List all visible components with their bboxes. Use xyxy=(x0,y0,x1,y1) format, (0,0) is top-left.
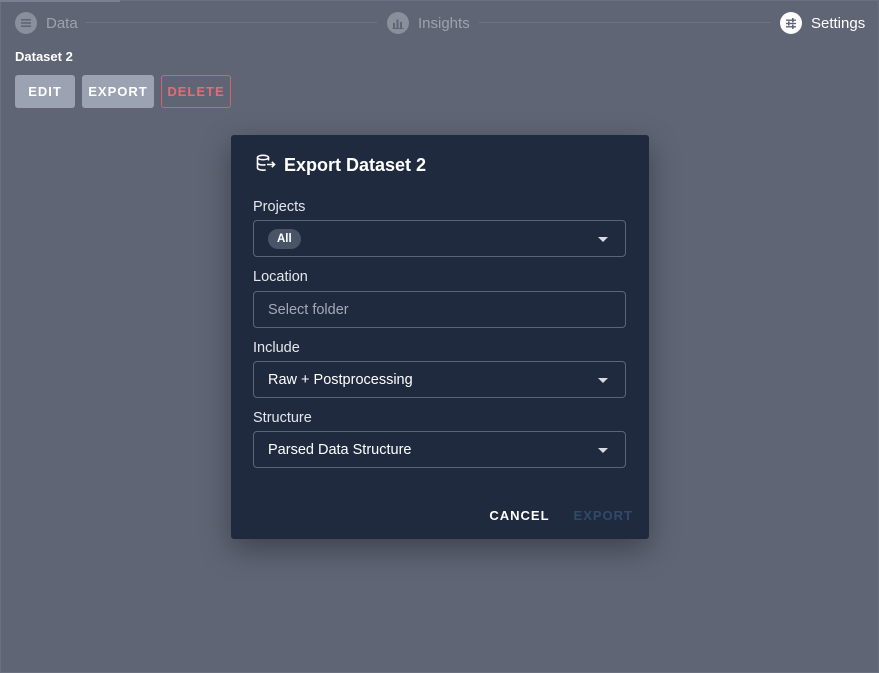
chevron-down-icon xyxy=(598,378,608,383)
step-connector-2 xyxy=(479,22,771,23)
delete-button[interactable]: DELETE xyxy=(161,75,231,108)
projects-select[interactable]: All xyxy=(253,220,626,257)
step-connector-1 xyxy=(85,22,377,23)
dialog-actions: CANCEL EXPORT xyxy=(489,508,633,523)
dataset-actions: EDIT EXPORT DELETE xyxy=(15,75,231,108)
export-dialog: Export Dataset 2 Projects All Location S… xyxy=(231,135,649,539)
step-data[interactable]: Data xyxy=(15,12,78,34)
location-placeholder: Select folder xyxy=(268,301,349,318)
dataset-title: Dataset 2 xyxy=(15,49,73,64)
export-submit-button[interactable]: EXPORT xyxy=(574,508,633,523)
structure-label: Structure xyxy=(253,410,312,426)
list-icon xyxy=(15,12,37,34)
chevron-down-icon xyxy=(598,448,608,453)
location-label: Location xyxy=(253,269,308,285)
structure-value: Parsed Data Structure xyxy=(268,441,412,458)
structure-select[interactable]: Parsed Data Structure xyxy=(253,431,626,468)
projects-label: Projects xyxy=(253,199,306,215)
project-chip-all[interactable]: All xyxy=(268,228,301,249)
step-label-insights: Insights xyxy=(418,14,470,32)
dialog-header: Export Dataset 2 xyxy=(256,154,426,177)
cancel-button[interactable]: CANCEL xyxy=(489,508,549,523)
database-export-icon xyxy=(256,154,276,177)
step-insights[interactable]: Insights xyxy=(387,12,470,34)
dialog-title: Export Dataset 2 xyxy=(284,155,427,175)
location-field[interactable]: Select folder xyxy=(253,291,626,328)
chevron-down-icon xyxy=(598,237,608,242)
bar-chart-icon xyxy=(387,12,409,34)
step-label-settings: Settings xyxy=(811,14,866,32)
stepper: Data Insights Settings xyxy=(0,0,879,46)
include-label: Include xyxy=(253,340,300,356)
include-value: Raw + Postprocessing xyxy=(268,371,413,388)
step-settings[interactable]: Settings xyxy=(780,12,865,34)
export-button[interactable]: EXPORT xyxy=(82,75,154,108)
include-select[interactable]: Raw + Postprocessing xyxy=(253,361,626,398)
sliders-icon xyxy=(780,12,802,34)
edit-button[interactable]: EDIT xyxy=(15,75,75,108)
step-label-data: Data xyxy=(46,14,78,32)
